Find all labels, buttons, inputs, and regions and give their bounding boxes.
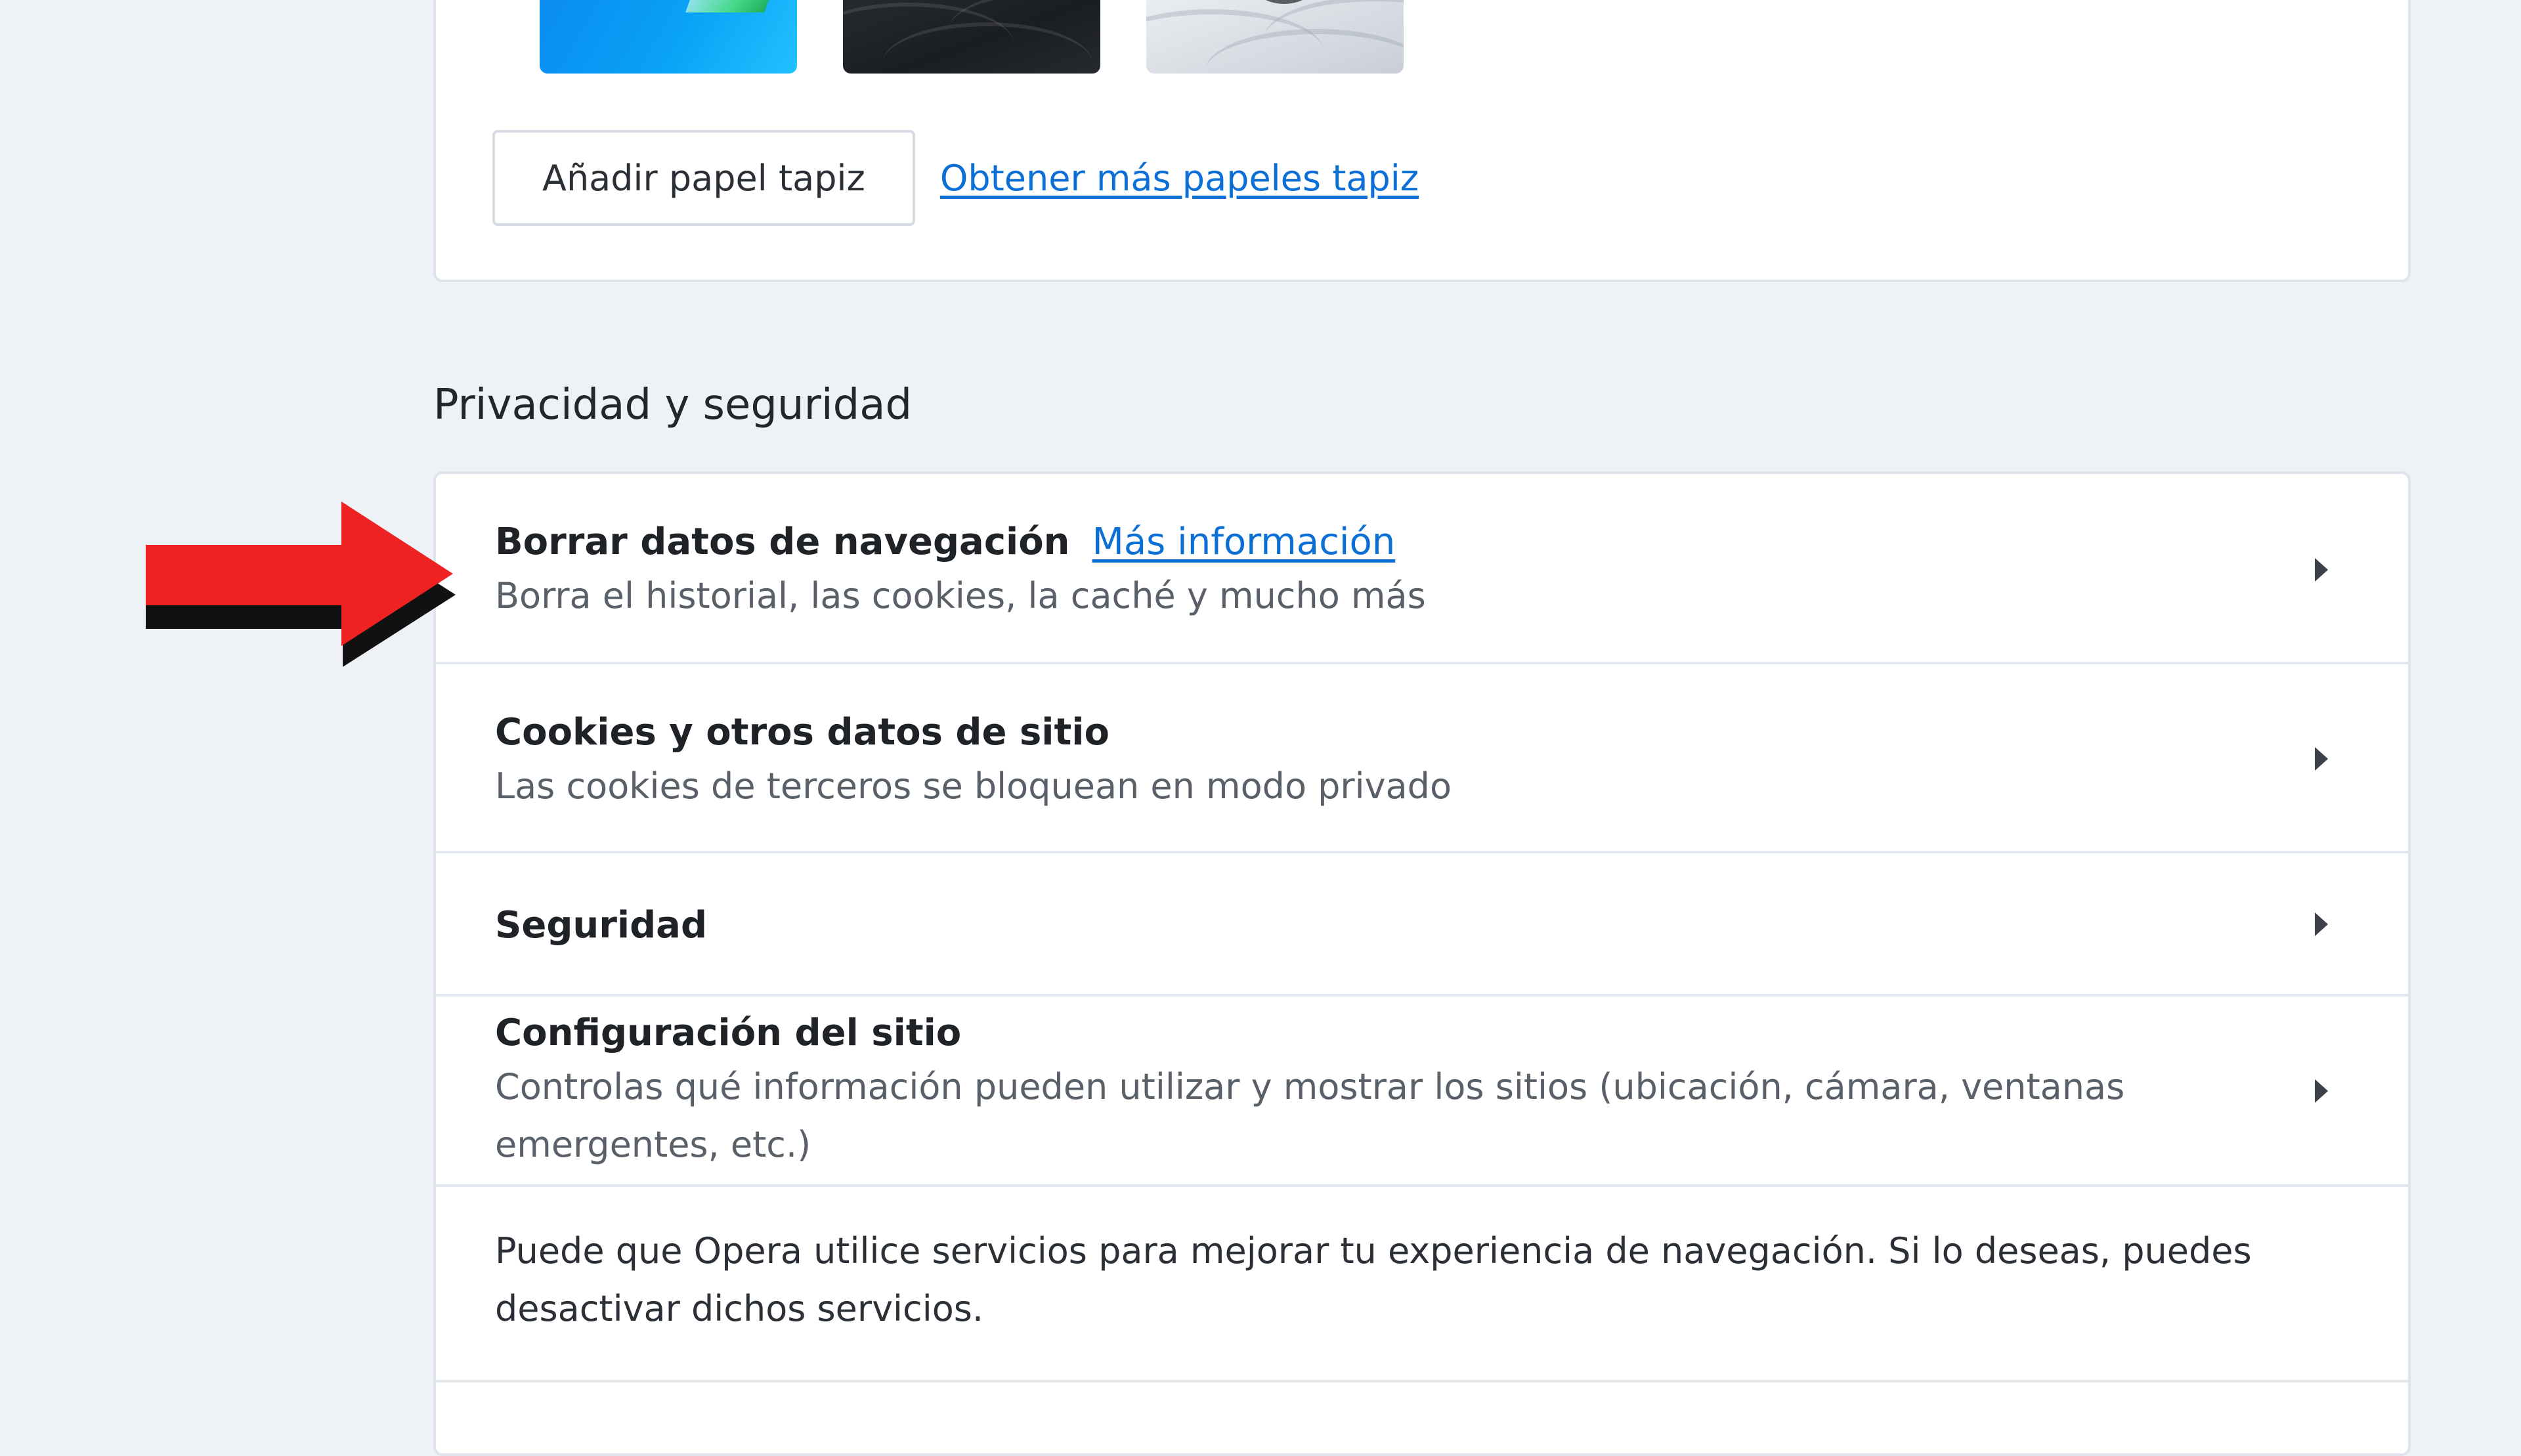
privacy-card: Borrar datos de navegación Más informació… xyxy=(433,471,2411,1456)
security-row[interactable]: Seguridad xyxy=(436,853,2408,996)
row-text: Borrar datos de navegación Más informació… xyxy=(495,517,2257,625)
wallpaper-card: Añadir papel tapiz Obtener más papeles t… xyxy=(433,0,2411,282)
site-settings-title: Configuración del sitio xyxy=(495,1012,962,1054)
more-info-link[interactable]: Más información xyxy=(1092,521,1396,563)
red-arrow-right-icon xyxy=(146,502,456,667)
wallpaper-thumbnail-light[interactable] xyxy=(1146,0,1404,74)
opera-services-notice: Puede que Opera utilice servicios para m… xyxy=(436,1187,2408,1382)
privacy-section-title: Privacidad y seguridad xyxy=(433,381,913,429)
clear-browsing-data-row[interactable]: Borrar datos de navegación Más informació… xyxy=(436,474,2408,664)
chevron-right-icon xyxy=(2315,912,2328,936)
row-text: Seguridad xyxy=(495,901,2257,951)
row-text: Cookies y otros datos de sitio Las cooki… xyxy=(495,708,2257,815)
wallpaper-streak xyxy=(685,0,778,12)
cookies-title: Cookies y otros datos de sitio xyxy=(495,711,1110,754)
wallpaper-thumbnail-blue[interactable] xyxy=(540,0,797,74)
site-settings-subtitle: Controlas qué información pueden utiliza… xyxy=(495,1066,2125,1165)
row-title: Borrar datos de navegación Más informació… xyxy=(495,517,2257,567)
row-text: Puede que Opera utilice servicios para m… xyxy=(495,1222,2349,1338)
wave-decoration xyxy=(1264,0,1404,74)
security-title: Seguridad xyxy=(495,904,708,947)
opera-services-text: Puede que Opera utilice servicios para m… xyxy=(495,1230,2252,1329)
site-settings-row[interactable]: Configuración del sitio Controlas qué in… xyxy=(436,996,2408,1187)
row-text: Configuración del sitio Controlas qué in… xyxy=(495,1008,2257,1174)
clear-browsing-data-title: Borrar datos de navegación xyxy=(495,521,1070,563)
wallpaper-thumbnail-dark[interactable] xyxy=(843,0,1100,74)
clear-browsing-data-subtitle: Borra el historial, las cookies, la cach… xyxy=(495,575,1426,616)
cookies-row[interactable]: Cookies y otros datos de sitio Las cooki… xyxy=(436,664,2408,853)
chevron-right-icon xyxy=(2315,747,2328,771)
cookies-subtitle: Las cookies de terceros se bloquean en m… xyxy=(495,765,1452,807)
wallpaper-actions: Añadir papel tapiz Obtener más papeles t… xyxy=(492,130,1419,226)
get-more-wallpapers-link[interactable]: Obtener más papeles tapiz xyxy=(940,158,1419,199)
add-wallpaper-button[interactable]: Añadir papel tapiz xyxy=(492,130,915,226)
wallpaper-selector-dot xyxy=(1248,0,1320,4)
chevron-right-icon xyxy=(2315,558,2328,582)
chevron-right-icon xyxy=(2315,1079,2328,1103)
